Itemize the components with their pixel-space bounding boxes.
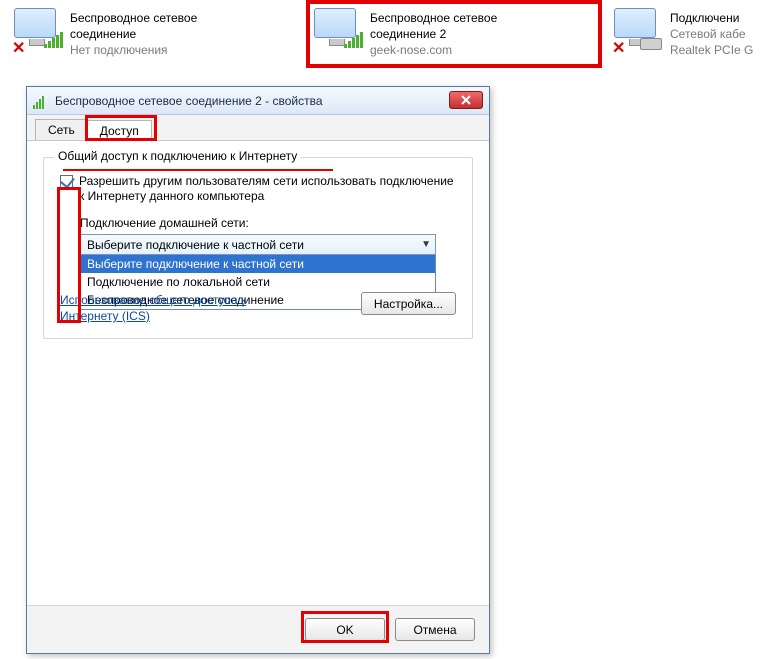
- network-status: Нет подключения: [70, 42, 197, 58]
- network-title: Беспроводное сетевое соединение 2: [370, 10, 497, 42]
- tab-bar: Сеть Доступ: [27, 115, 489, 141]
- network-title: Беспроводное сетевое соединение: [70, 10, 197, 42]
- network-status: geek-nose.com: [370, 42, 497, 58]
- allow-sharing-label: Разрешить другим пользователям сети испо…: [79, 174, 460, 204]
- tab-network[interactable]: Сеть: [35, 119, 88, 140]
- cancel-button[interactable]: Отмена: [395, 618, 475, 641]
- close-icon: [460, 95, 472, 105]
- tab-sharing[interactable]: Доступ: [87, 120, 152, 141]
- properties-dialog: Беспроводное сетевое соединение 2 - свой…: [26, 86, 490, 654]
- network-icon: [310, 8, 364, 56]
- network-icon: ✕: [10, 8, 64, 56]
- chevron-down-icon: ▼: [421, 239, 431, 250]
- network-item-wireless-2[interactable]: Беспроводное сетевое соединение 2 geek-n…: [306, 4, 606, 64]
- dialog-title: Беспроводное сетевое соединение 2 - свой…: [55, 94, 323, 108]
- settings-button[interactable]: Настройка...: [361, 292, 456, 315]
- ics-help-link[interactable]: Использование общего доступа к Интернету…: [60, 292, 280, 324]
- network-title: Подключени: [670, 10, 753, 26]
- wifi-icon: [33, 93, 49, 109]
- allow-sharing-row[interactable]: Разрешить другим пользователям сети испо…: [56, 170, 460, 206]
- network-item-wireless-1[interactable]: ✕ Беспроводное сетевое соединение Нет по…: [6, 4, 306, 64]
- ics-group: Общий доступ к подключению к Интернету Р…: [43, 157, 473, 339]
- network-icon: ✕: [610, 8, 664, 56]
- allow-control-checkbox[interactable]: [60, 265, 73, 278]
- combo-value: Выберите подключение к частной сети: [87, 238, 304, 252]
- dialog-buttons: OK Отмена: [27, 605, 489, 653]
- network-connections-row: ✕ Беспроводное сетевое соединение Нет по…: [0, 0, 768, 64]
- ok-button[interactable]: OK: [305, 618, 385, 641]
- close-button[interactable]: [449, 91, 483, 109]
- network-sub2: Realtek PCIe G: [670, 42, 753, 58]
- disconnected-x-icon: ✕: [612, 38, 625, 58]
- allow-sharing-checkbox[interactable]: [60, 175, 73, 188]
- sharing-panel: Общий доступ к подключению к Интернету Р…: [27, 141, 489, 605]
- titlebar[interactable]: Беспроводное сетевое соединение 2 - свой…: [27, 87, 489, 115]
- disconnected-x-icon: ✕: [12, 38, 25, 58]
- network-sub1: Сетевой кабе: [670, 26, 753, 42]
- home-network-combo[interactable]: Выберите подключение к частной сети ▼: [80, 234, 436, 255]
- network-item-ethernet[interactable]: ✕ Подключени Сетевой кабе Realtek PCIe G: [606, 4, 759, 64]
- combo-option[interactable]: Выберите подключение к частной сети: [81, 255, 435, 273]
- group-title: Общий доступ к подключению к Интернету: [54, 149, 301, 163]
- home-network-label: Подключение домашней сети:: [56, 206, 460, 234]
